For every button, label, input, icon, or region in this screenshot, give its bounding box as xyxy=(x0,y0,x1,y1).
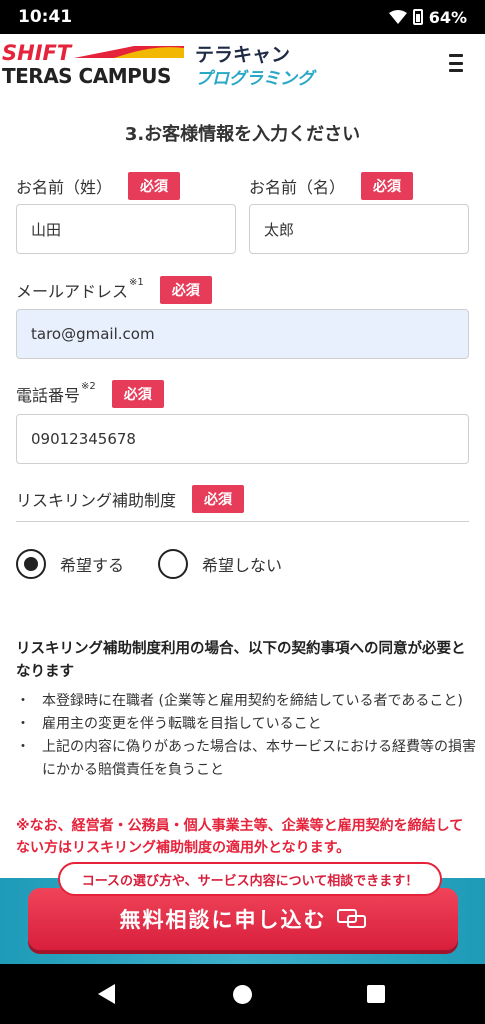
notice-item: 上記の内容に偽りがあった場合は、本サービスにおける経費等の損害にかかる賠償責任を… xyxy=(16,736,476,782)
free-consultation-button[interactable]: 無料相談に申し込む xyxy=(28,888,458,950)
last-name-label-text: お名前（姓） xyxy=(16,178,113,197)
hamburger-menu-icon[interactable] xyxy=(449,54,463,72)
first-name-label: お名前（名） 必須 xyxy=(249,172,414,200)
logo-swoosh xyxy=(74,46,184,58)
status-time: 10:41 xyxy=(18,7,73,27)
required-badge: 必須 xyxy=(361,172,414,200)
logo-terakyan: テラキャン xyxy=(195,44,291,66)
notice-item: 雇用主の変更を伴う転職を目指していること xyxy=(16,713,476,736)
notice-item: 本登録時に在職者 (企業等と雇用契約を締結している者であること) xyxy=(16,690,476,713)
status-bar: 10:41 64% xyxy=(0,0,485,34)
radio-reskilling-yes[interactable]: 希望する xyxy=(16,549,124,579)
site-header: SHIFT TERAS CAMPUS テラキャン プログラミング xyxy=(0,34,485,96)
required-badge: 必須 xyxy=(159,276,212,304)
home-icon[interactable] xyxy=(233,985,252,1004)
last-name-label: お名前（姓） 必須 xyxy=(16,172,181,200)
phone-input[interactable]: 09012345678 xyxy=(16,414,469,464)
divider xyxy=(16,521,469,522)
notice-list: 本登録時に在職者 (企業等と雇用契約を締結している者であること) 雇用主の変更を… xyxy=(16,690,476,782)
phone-label: 電話番号 ※2 必須 xyxy=(16,380,164,408)
radio-checked-icon[interactable] xyxy=(16,549,46,579)
reskilling-label: リスキリング補助制度 必須 xyxy=(16,485,245,513)
required-badge: 必須 xyxy=(111,380,164,408)
radio-unchecked-icon[interactable] xyxy=(158,549,188,579)
email-input[interactable]: taro@gmail.com xyxy=(16,309,469,359)
cta-button-label: 無料相談に申し込む xyxy=(119,908,327,932)
required-badge: 必須 xyxy=(192,485,245,513)
system-nav-bar xyxy=(0,964,485,1024)
battery-level: 64% xyxy=(428,7,467,27)
status-icons: 64% xyxy=(388,7,467,27)
logo-teras-campus: TERAS CAMPUS xyxy=(2,64,171,88)
logo-programming: プログラミング xyxy=(195,69,314,89)
radio-yes-label: 希望する xyxy=(60,556,125,575)
recent-apps-icon[interactable] xyxy=(367,985,385,1003)
phone-footnote-mark: ※2 xyxy=(81,380,96,392)
battery-icon xyxy=(412,9,423,25)
section-title: 3.お客様情報を入力ください xyxy=(124,124,361,145)
required-badge: 必須 xyxy=(128,172,181,200)
back-icon[interactable] xyxy=(98,984,115,1004)
first-name-input[interactable]: 太郎 xyxy=(249,204,469,254)
chat-icon xyxy=(336,909,366,928)
first-name-label-text: お名前（名） xyxy=(249,178,346,197)
wifi-icon xyxy=(388,10,407,24)
radio-reskilling-no[interactable]: 希望しない xyxy=(158,549,282,579)
notice-title: リスキリング補助制度利用の場合、以下の契約事項への同意が必要となります xyxy=(16,641,466,680)
notice-warning: ※なお、経営者・公務員・個人事業主等、企業等と雇用契約を締結してない方はリスキリ… xyxy=(16,818,464,856)
radio-no-label: 希望しない xyxy=(202,556,283,575)
phone-label-text: 電話番号 xyxy=(16,386,81,405)
last-name-input[interactable]: 山田 xyxy=(16,204,236,254)
email-footnote-mark: ※1 xyxy=(129,276,144,288)
cta-speech-bubble: コースの選び方や、サービス内容について相談できます！ xyxy=(58,862,442,896)
email-label: メールアドレス ※1 必須 xyxy=(16,276,212,304)
logo-shift: SHIFT xyxy=(2,41,72,65)
reskilling-label-text: リスキリング補助制度 xyxy=(16,491,177,510)
email-label-text: メールアドレス xyxy=(16,282,129,301)
